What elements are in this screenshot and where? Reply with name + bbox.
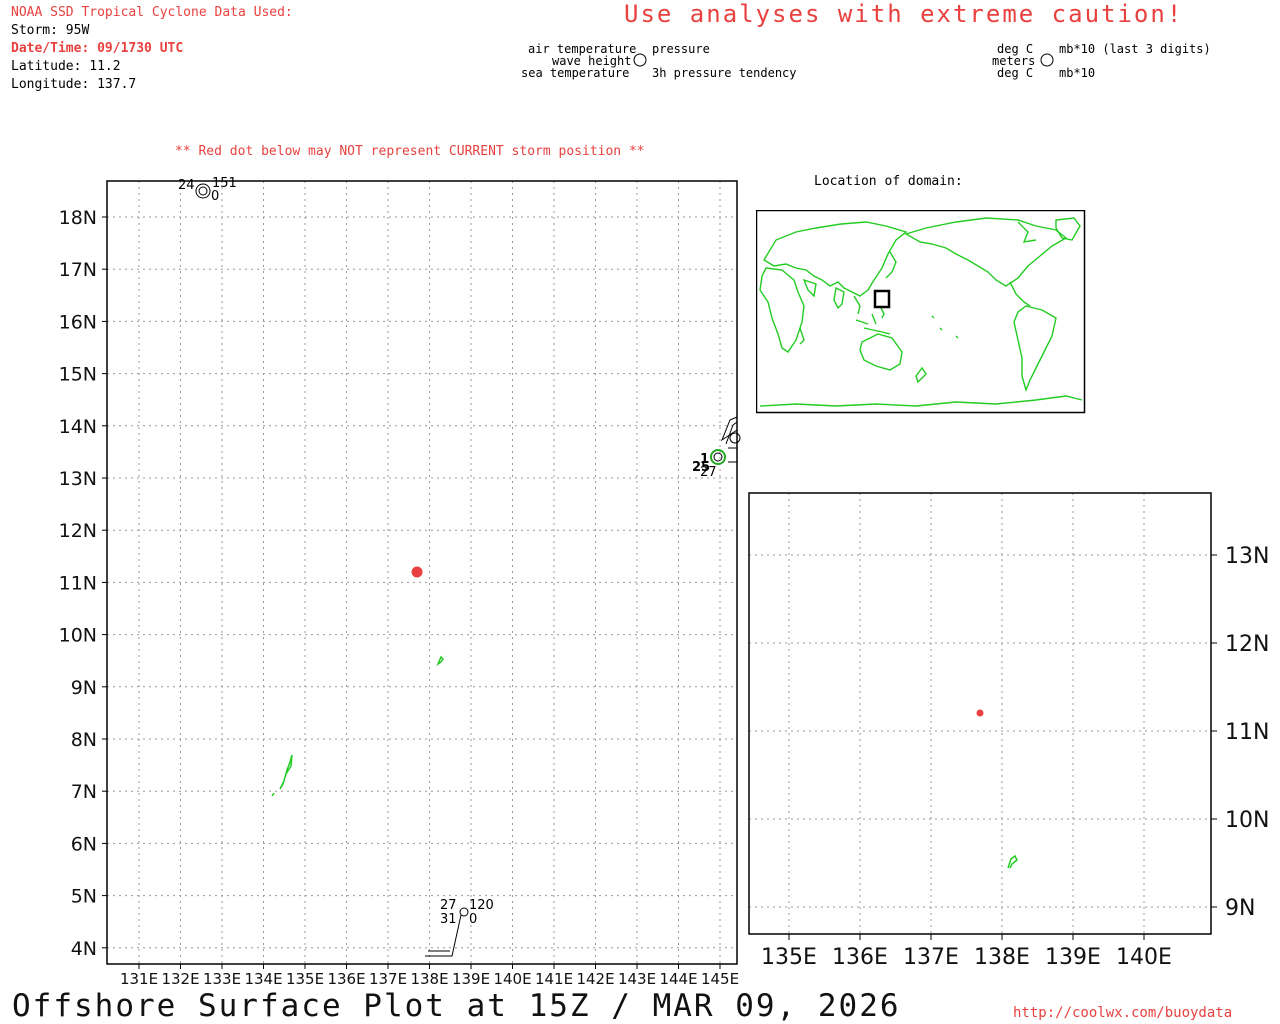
zoom-lon-label: 139E (1045, 945, 1101, 970)
source-url-link[interactable]: http://coolwx.com/buoydata (1013, 1005, 1232, 1021)
zoom-storm-position-dot (976, 709, 984, 717)
zoom-lat-label: 9N (1225, 896, 1255, 921)
zoom-lon-label: 136E (832, 945, 888, 970)
zoom-lon-label: 137E (903, 945, 959, 970)
zoom-island-outline (1007, 854, 1018, 869)
zoom-lat-label: 11N (1225, 720, 1269, 745)
zoom-lon-label: 135E (761, 945, 817, 970)
plot-title: Offshore Surface Plot at 15Z / MAR 09, 2… (12, 988, 901, 1024)
zoom-map-lat-labels: 13N 12N 11N 10N 9N (1225, 544, 1269, 921)
zoom-lat-label: 10N (1225, 808, 1269, 833)
zoom-lat-label: 12N (1225, 632, 1269, 657)
zoom-lon-label: 138E (974, 945, 1030, 970)
zoom-lon-label: 140E (1116, 945, 1172, 970)
zoom-lat-label: 13N (1225, 544, 1269, 569)
zoom-map-lon-labels: 135E 136E 137E 138E 139E 140E (761, 945, 1172, 970)
zoom-map: 13N 12N 11N 10N 9N 135E 136E 137E 138E 139E 140E (748, 492, 1269, 970)
zoom-map-grid (749, 493, 1217, 940)
